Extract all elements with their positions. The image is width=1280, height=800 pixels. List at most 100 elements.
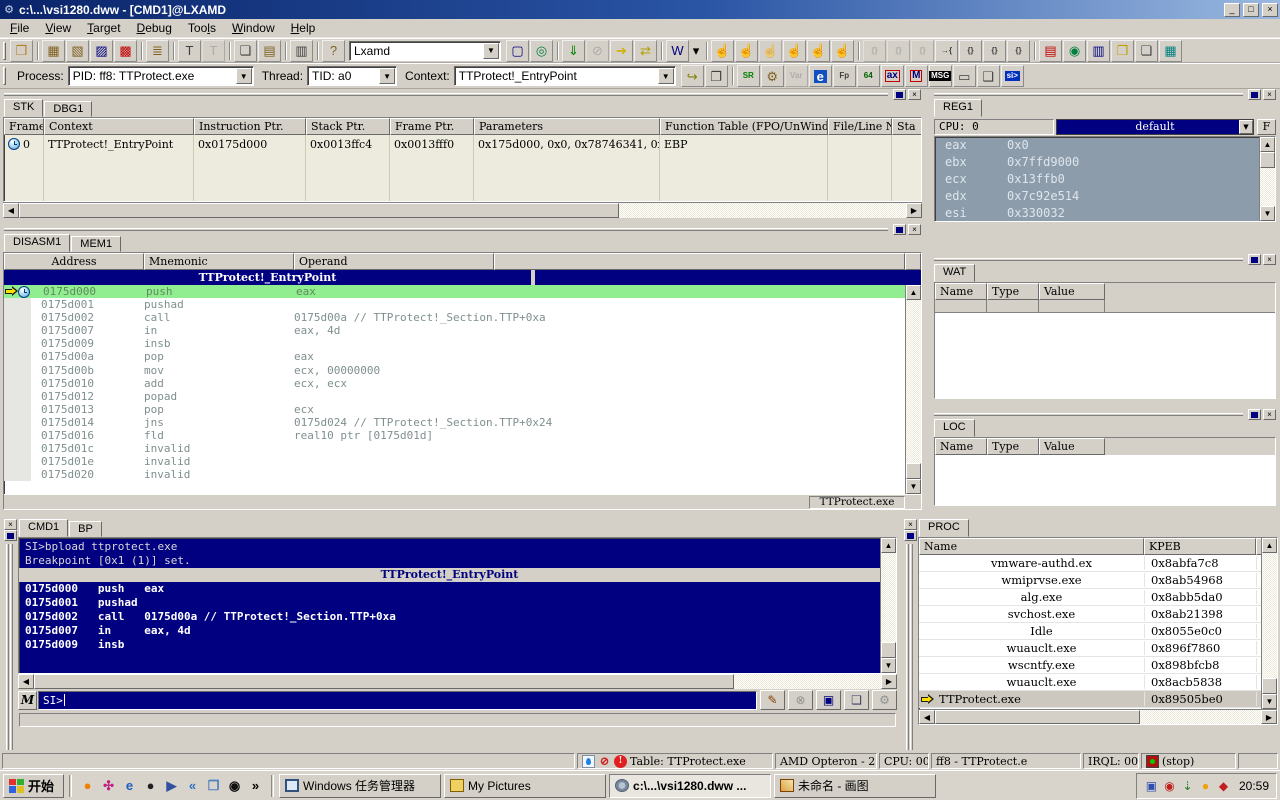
close-panel-button[interactable]: ×	[1263, 89, 1276, 100]
step-over-icon[interactable]: {}	[887, 39, 910, 62]
attach-hand-icon[interactable]: ☝	[807, 39, 830, 62]
register-set-combo[interactable]: default ▼	[1056, 118, 1254, 135]
scroll-up-icon[interactable]: ▲	[1262, 538, 1277, 553]
combo-dropdown-icon[interactable]: ▼	[657, 68, 674, 84]
tray-network-icon[interactable]: ▣	[1144, 778, 1159, 793]
tab[interactable]: STK	[4, 99, 44, 117]
register-row[interactable]: ebx 0x7ffd9000	[935, 154, 1259, 171]
disassembly-row[interactable]: 0175d00a pop eax	[4, 350, 905, 364]
column-header[interactable]: Sta	[892, 118, 921, 135]
ql-back-icon[interactable]: «	[182, 775, 203, 797]
word-report-icon[interactable]: W	[666, 39, 689, 62]
context-combo[interactable]: TTProtect!_EntryPoint ▼	[453, 66, 676, 86]
save-log-icon[interactable]: ▣	[816, 690, 841, 710]
pause-disabled-icon[interactable]: ⊘	[586, 39, 609, 62]
locals-body[interactable]	[935, 455, 1275, 505]
column-header[interactable]: Context	[44, 118, 194, 135]
tab[interactable]: PROC	[919, 519, 969, 537]
tab[interactable]: MEM1	[71, 236, 122, 252]
disassembly-row[interactable]: 0175d002 call 0175d00a // TTProtect!_Sec…	[4, 311, 905, 325]
window-props-icon[interactable]: ▥	[1087, 39, 1110, 62]
tab[interactable]: DBG1	[44, 101, 93, 117]
remote-desktop-icon[interactable]: ▢	[506, 39, 529, 62]
print-icon[interactable]: ▥	[290, 39, 313, 62]
kpeb-column-header[interactable]: KPEB	[1144, 538, 1256, 555]
scroll-down-icon[interactable]: ▼	[1262, 694, 1277, 709]
watch-body[interactable]	[935, 313, 1275, 398]
tray-update-icon[interactable]: ⇣	[1180, 778, 1195, 793]
column-header[interactable]: Value	[1039, 438, 1105, 455]
wuauclt.exe[interactable]: wuauclt.exe 0x896f7860 f2c 9 8	[919, 640, 1261, 657]
expression-icon[interactable]: e	[808, 65, 832, 87]
panel-grabber[interactable]	[934, 413, 1243, 416]
command-input[interactable]: SI>	[38, 690, 757, 710]
column-header[interactable]: Name	[935, 283, 987, 300]
toolbar-button[interactable]	[554, 40, 561, 62]
panel-grabber[interactable]	[906, 544, 913, 750]
disassembly-row[interactable]: 0175d01c invalid	[4, 442, 905, 456]
column-header[interactable]: Frame	[4, 118, 44, 135]
toolbar-button[interactable]	[658, 40, 665, 62]
new-table-icon[interactable]: ▦	[42, 39, 65, 62]
close-panel-button[interactable]: ×	[908, 89, 921, 100]
Idle[interactable]: Idle 0x8055e0c0 0 2 0	[919, 623, 1261, 640]
log-book-icon[interactable]: ✎	[760, 690, 785, 710]
save-table-icon[interactable]: ▨	[90, 39, 113, 62]
ql-more-icon[interactable]: »	[245, 775, 266, 797]
menu-item[interactable]: Debug	[129, 19, 180, 37]
open-file-icon[interactable]: ❒	[10, 39, 33, 62]
column-header[interactable]: Value	[1039, 283, 1105, 300]
world-edit-icon[interactable]: ◉	[1063, 39, 1086, 62]
close-panel-button[interactable]: ×	[904, 519, 917, 530]
toolbar-button[interactable]	[729, 65, 736, 87]
unload-symbols-icon[interactable]: T	[202, 39, 225, 62]
flags-button[interactable]: F	[1257, 118, 1276, 135]
stack-cell[interactable]: EBP	[660, 135, 828, 153]
ax-register-icon[interactable]: ax	[880, 65, 904, 87]
scroll-thumb[interactable]	[881, 642, 896, 658]
name-column-header[interactable]: Name	[919, 538, 1144, 555]
thread-combo[interactable]: TID: a0 ▼	[307, 66, 398, 86]
menu-item[interactable]: File	[2, 19, 37, 37]
close-panel-button[interactable]: ×	[4, 519, 17, 530]
combo-dropdown-icon[interactable]: ▼	[379, 68, 396, 84]
disassembly-row[interactable]: 0175d010 add ecx, ecx	[4, 376, 905, 390]
disassembly-row[interactable]: 0175d000 push eax	[4, 285, 905, 299]
menu-item[interactable]: View	[37, 19, 79, 37]
column-header[interactable]: Type	[987, 438, 1039, 455]
scroll-right-icon[interactable]: ▶	[906, 203, 922, 218]
disassembly-row[interactable]: 0175d007 in eax, 4d	[4, 324, 905, 338]
macro-button[interactable]: M	[18, 690, 37, 710]
address-column-header[interactable]: Address	[4, 253, 144, 270]
wscntfy.exe[interactable]: wscntfy.exe 0x898bfcb8 d98 1 8	[919, 657, 1261, 674]
ql-pinwheel-icon[interactable]: ✣	[98, 775, 119, 797]
disassembly-row[interactable]: 0175d009 insb	[4, 337, 905, 351]
column-header[interactable]: Name	[935, 438, 987, 455]
start-button[interactable]: 开始	[3, 773, 65, 798]
menu-item[interactable]: Tools	[180, 19, 224, 37]
minimize-button[interactable]: _	[1224, 2, 1240, 17]
var-icon[interactable]: Var	[784, 65, 808, 87]
search-globe-icon[interactable]: ◎	[530, 39, 553, 62]
open-table-icon[interactable]: ▧	[66, 39, 89, 62]
help-icon[interactable]: ?	[322, 39, 345, 62]
combo-dropdown-icon[interactable]: ▼	[1239, 119, 1253, 134]
TTProtect.exe[interactable]: TTProtect.exe 0x89505be0 ff8 1 8	[919, 691, 1261, 708]
process-vscrollbar[interactable]: ▲ ▼	[1261, 538, 1277, 709]
close-panel-button[interactable]: ×	[1263, 409, 1276, 420]
column-header[interactable]: File/Line No	[828, 118, 892, 135]
toolbar-button[interactable]	[703, 40, 710, 62]
column-header[interactable]: Parameters	[474, 118, 660, 135]
disassembly-row[interactable]: 0175d00b mov ecx, 00000000	[4, 363, 905, 377]
fp-icon[interactable]: Fp	[832, 65, 856, 87]
doc-table-icon[interactable]: ▦	[1159, 39, 1182, 62]
column-header[interactable]: Type	[987, 283, 1039, 300]
float-panel-button[interactable]	[1248, 254, 1261, 265]
ql-qq-icon[interactable]: ●	[77, 775, 98, 797]
console-hscrollbar[interactable]: ◀ ▶	[18, 674, 897, 689]
scroll-right-icon[interactable]: ▶	[1261, 710, 1277, 724]
task-debugger[interactable]: c:\...\vsi1280.dww ...	[609, 773, 772, 798]
command-type-combo[interactable]: Lxamd ▼	[349, 40, 501, 61]
book64-icon[interactable]: 64	[856, 65, 880, 87]
tab[interactable]: DISASM1	[4, 234, 71, 252]
